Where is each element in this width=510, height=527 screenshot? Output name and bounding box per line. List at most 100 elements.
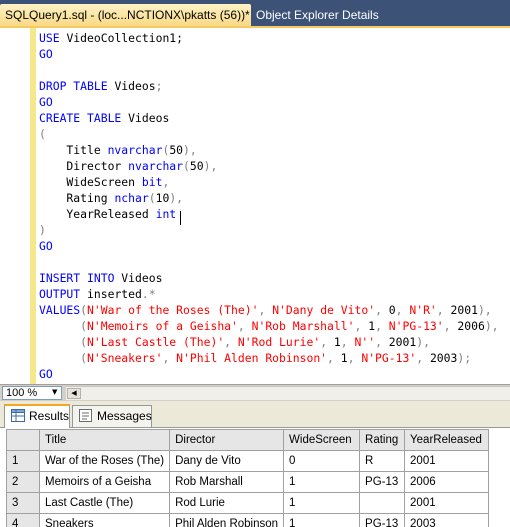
code-token: nchar bbox=[114, 191, 149, 205]
code-token: inserted bbox=[87, 287, 142, 301]
code-token: 10 bbox=[155, 191, 170, 205]
column-header-yearreleased[interactable]: YearReleased bbox=[404, 429, 490, 451]
code-line[interactable]: Director nvarchar(50), bbox=[39, 158, 217, 174]
code-line[interactable]: USE VideoCollection1; bbox=[39, 30, 183, 46]
cell-title[interactable]: Memoirs of a Geisha bbox=[38, 471, 171, 493]
cell-widescreen[interactable]: 0 bbox=[283, 450, 361, 472]
cell-rating[interactable]: PG-13 bbox=[359, 471, 406, 493]
table-row[interactable]: 3 Last Castle (The) Rod Lurie 1 2001 bbox=[6, 492, 490, 514]
results-tab-strip: Results Messages bbox=[0, 401, 510, 428]
code-line[interactable]: GO bbox=[39, 46, 53, 62]
code-line[interactable]: (N'Memoirs of a Geisha', N'Rob Marshall'… bbox=[39, 318, 499, 334]
cell-title[interactable]: War of the Roses (The) bbox=[38, 450, 171, 472]
code-token: nvarchar bbox=[107, 143, 163, 157]
row-number[interactable]: 4 bbox=[6, 513, 40, 527]
zoom-value: 100 % bbox=[6, 387, 38, 399]
tab-results-label: Results bbox=[29, 409, 70, 423]
cell-director[interactable]: Rob Marshall bbox=[169, 471, 285, 493]
cell-director[interactable]: Dany de Vito bbox=[169, 450, 285, 472]
code-token: N'Dany de Vito' bbox=[272, 303, 376, 317]
table-row[interactable]: 2 Memoirs of a Geisha Rob Marshall 1 PG-… bbox=[6, 471, 490, 493]
code-line[interactable]: Title nvarchar(50), bbox=[39, 142, 197, 158]
code-line[interactable]: ) bbox=[39, 222, 46, 238]
code-token: INSERT INTO bbox=[39, 271, 122, 285]
cell-title[interactable]: Sneakers bbox=[38, 513, 171, 527]
results-grid[interactable]: Title Director WideScreen Rating YearRel… bbox=[6, 429, 490, 527]
column-header-title[interactable]: Title bbox=[38, 429, 171, 451]
code-token: 50 bbox=[169, 143, 184, 157]
tab-sql-query[interactable]: SQLQuery1.sql - (loc...NCTIONX\pkatts (5… bbox=[0, 4, 251, 26]
code-token: , bbox=[354, 319, 369, 333]
results-grid-area: Title Director WideScreen Rating YearRel… bbox=[0, 428, 510, 527]
cell-title[interactable]: Last Castle (The) bbox=[38, 492, 171, 514]
code-token: WideScreen bbox=[39, 175, 142, 189]
chevron-down-icon[interactable]: ▼ bbox=[52, 388, 57, 396]
table-row[interactable]: 4 Sneakers Phil Alden Robinson 1 PG-13 2… bbox=[6, 513, 490, 527]
cell-rating[interactable] bbox=[359, 492, 406, 514]
row-number[interactable]: 3 bbox=[6, 492, 40, 514]
code-token: , bbox=[395, 303, 410, 317]
cell-director[interactable]: Phil Alden Robinson bbox=[169, 513, 285, 527]
cell-widescreen[interactable]: 1 bbox=[283, 492, 361, 514]
code-token: ( bbox=[80, 319, 88, 333]
cell-director[interactable]: Rod Lurie bbox=[169, 492, 285, 514]
cell-yearreleased[interactable]: 2003 bbox=[404, 513, 490, 527]
horizontal-scrollbar[interactable]: ◀ bbox=[66, 386, 510, 400]
code-token: Director bbox=[39, 159, 129, 173]
code-token: ( bbox=[80, 335, 88, 349]
code-token: Title bbox=[39, 143, 108, 157]
code-line[interactable]: GO bbox=[39, 366, 53, 382]
code-token: , bbox=[416, 351, 430, 365]
code-token: YearReleased bbox=[39, 207, 156, 221]
document-tab-strip: SQLQuery1.sql - (loc...NCTIONX\pkatts (5… bbox=[0, 0, 510, 28]
code-token: ); bbox=[457, 351, 472, 365]
row-number-header[interactable] bbox=[6, 429, 40, 451]
code-token: USE bbox=[39, 31, 67, 45]
cell-yearreleased[interactable]: 2006 bbox=[404, 471, 490, 493]
code-line[interactable]: ( bbox=[39, 126, 46, 142]
cell-rating[interactable]: PG-13 bbox=[359, 513, 406, 527]
tab-messages[interactable]: Messages bbox=[72, 405, 152, 427]
tab-results[interactable]: Results bbox=[4, 404, 70, 428]
column-header-rating[interactable]: Rating bbox=[359, 429, 406, 451]
code-line[interactable]: (N'Last Castle (The)', N'Rod Lurie', 1, … bbox=[39, 334, 430, 350]
code-token: OUTPUT bbox=[39, 287, 88, 301]
cell-rating[interactable]: R bbox=[359, 450, 406, 472]
code-token: ), bbox=[183, 143, 197, 157]
code-line[interactable]: YearReleased int bbox=[39, 206, 176, 222]
sql-editor[interactable]: USE VideoCollection1; GO DROP TABLE Videos… bbox=[0, 28, 510, 384]
tab-object-explorer-details[interactable]: Object Explorer Details bbox=[251, 4, 384, 26]
code-line[interactable]: Rating nchar(10), bbox=[39, 190, 183, 206]
column-header-widescreen[interactable]: WideScreen bbox=[283, 429, 361, 451]
code-line[interactable]: OUTPUT inserted.* bbox=[39, 286, 156, 302]
code-token: GO bbox=[39, 367, 53, 381]
code-line[interactable]: CREATE TABLE Videos bbox=[39, 110, 169, 126]
cell-yearreleased[interactable]: 2001 bbox=[404, 450, 490, 472]
code-line[interactable]: VALUES(N'War of the Roses (The)', N'Dany… bbox=[39, 302, 492, 318]
code-token: GO bbox=[39, 95, 53, 109]
editor-status-bar: 100 % ▼ ◀ bbox=[0, 384, 510, 401]
code-line[interactable]: WideScreen bit, bbox=[39, 174, 169, 190]
cell-widescreen[interactable]: 1 bbox=[283, 513, 361, 527]
column-header-director[interactable]: Director bbox=[169, 429, 285, 451]
cell-widescreen[interactable]: 1 bbox=[283, 471, 361, 493]
code-line[interactable]: DROP TABLE Videos; bbox=[39, 78, 162, 94]
code-token: , bbox=[162, 175, 170, 189]
code-line[interactable]: (N'Sneakers', N'Phil Alden Robinson', 1,… bbox=[39, 350, 471, 366]
row-number[interactable]: 2 bbox=[6, 471, 40, 493]
scroll-left-icon[interactable]: ◀ bbox=[67, 388, 81, 399]
code-token: Videos bbox=[121, 271, 163, 285]
code-token: ) bbox=[39, 223, 46, 237]
code-line[interactable]: GO bbox=[39, 94, 53, 110]
cell-yearreleased[interactable]: 2001 bbox=[404, 492, 490, 514]
table-row[interactable]: 1 War of the Roses (The) Dany de Vito 0 … bbox=[6, 450, 490, 472]
code-token: nvarchar bbox=[128, 159, 184, 173]
code-token: , bbox=[375, 303, 389, 317]
code-line[interactable]: INSERT INTO Videos bbox=[39, 270, 162, 286]
code-token: , bbox=[162, 351, 177, 365]
code-token: GO bbox=[39, 239, 53, 253]
row-number[interactable]: 1 bbox=[6, 450, 40, 472]
code-token: ), bbox=[484, 319, 499, 333]
code-line[interactable]: GO bbox=[39, 238, 53, 254]
